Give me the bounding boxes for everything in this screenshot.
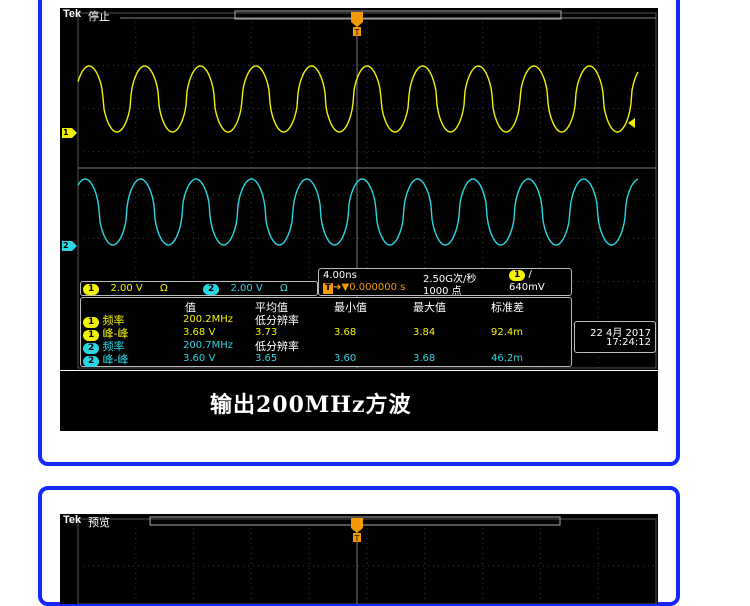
- channel-settings-bar: 1 2.00 V Ω 2 2.00 V Ω: [80, 281, 318, 296]
- header-std: 标准差: [491, 301, 524, 314]
- ch1-badge: 1: [83, 284, 100, 295]
- caption-text: 输出200MHz方波: [210, 392, 412, 418]
- trigger-icon: T: [323, 283, 334, 294]
- row-mean: 低分辨率: [255, 314, 299, 327]
- record-length: 1000 点: [423, 286, 462, 297]
- brand-logo: Tek: [63, 8, 82, 20]
- oscilloscope-screen-2: T Tek 预览: [60, 514, 658, 604]
- time-per-div: 4.00ns: [323, 270, 357, 281]
- ch1-impedance: Ω: [159, 283, 168, 294]
- channel2-waveform: [77, 178, 639, 246]
- ch2-setting: 2 2.00 V Ω: [203, 283, 288, 295]
- ch2-scale: 2.00 V: [230, 283, 263, 294]
- svg-text:T: T: [354, 534, 360, 543]
- row-min: 3.60: [334, 353, 357, 364]
- row-min: 3.68: [334, 327, 357, 338]
- row-mean: 3.73: [255, 327, 278, 338]
- brand-logo: Tek: [63, 514, 82, 526]
- header-value: 值: [185, 301, 196, 314]
- header-max: 最大值: [413, 301, 446, 314]
- row-value: 3.60 V: [183, 353, 216, 364]
- scope-top-bar: Tek 停止: [60, 8, 658, 23]
- row-channel-badge: 2: [83, 356, 100, 367]
- row-value: 200.7MHz: [183, 340, 234, 351]
- acquisition-status: 预览: [88, 516, 110, 529]
- caption-banner: 输出200MHz方波: [60, 371, 658, 431]
- row-value: 200.2MHz: [183, 314, 234, 325]
- row-max: 3.84: [413, 327, 436, 338]
- row-mean: 3.65: [255, 353, 278, 364]
- ch2-marker-label: 2: [63, 241, 69, 250]
- trigger-slope: /: [528, 269, 532, 280]
- trigger-level: 640mV: [509, 282, 545, 293]
- ch1-setting: 1 2.00 V Ω: [83, 283, 168, 295]
- date-time-display: 22 4月 2017 17:24:12: [574, 321, 656, 353]
- ch1-marker-label: 1: [63, 128, 69, 137]
- row-std: 46.2m: [491, 353, 524, 364]
- row-value: 3.68 V: [183, 327, 216, 338]
- ch2-impedance: Ω: [279, 283, 288, 294]
- acquisition-status: 停止: [88, 10, 110, 23]
- timebase-panel: 4.00ns 2.50G次/秒 1 / T ➜▼0.000000 s 1000 点…: [318, 268, 572, 297]
- trigger-source: 1 /: [509, 269, 532, 281]
- graticule-frame: [77, 518, 657, 604]
- time: 17:24:12: [606, 337, 651, 348]
- grid-lines: [78, 528, 656, 604]
- trigger-position: T ➜▼0.000000 s: [323, 282, 406, 294]
- table-row: 2 峰-峰: [83, 351, 128, 367]
- row-max: 3.68: [413, 353, 436, 364]
- row-name: 峰-峰: [102, 353, 129, 366]
- svg-text:T: T: [354, 28, 360, 37]
- trigger-level-arrow-icon: [628, 118, 635, 128]
- measurement-table: 值 平均值 最小值 最大值 标准差 1 频率 200.2MHz 低分辨率 1 峰…: [80, 297, 572, 367]
- scope-top-bar: Tek 预览: [60, 514, 658, 529]
- trigger-channel-badge: 1: [509, 270, 526, 281]
- channel1-waveform: [77, 65, 639, 133]
- ch1-scale: 2.00 V: [110, 283, 143, 294]
- trigger-position-value: 0.000000 s: [349, 282, 406, 293]
- header-min: 最小值: [334, 301, 367, 314]
- row-std: 92.4m: [491, 327, 524, 338]
- row-mean: 低分辨率: [255, 340, 299, 353]
- ch2-badge: 2: [203, 284, 220, 295]
